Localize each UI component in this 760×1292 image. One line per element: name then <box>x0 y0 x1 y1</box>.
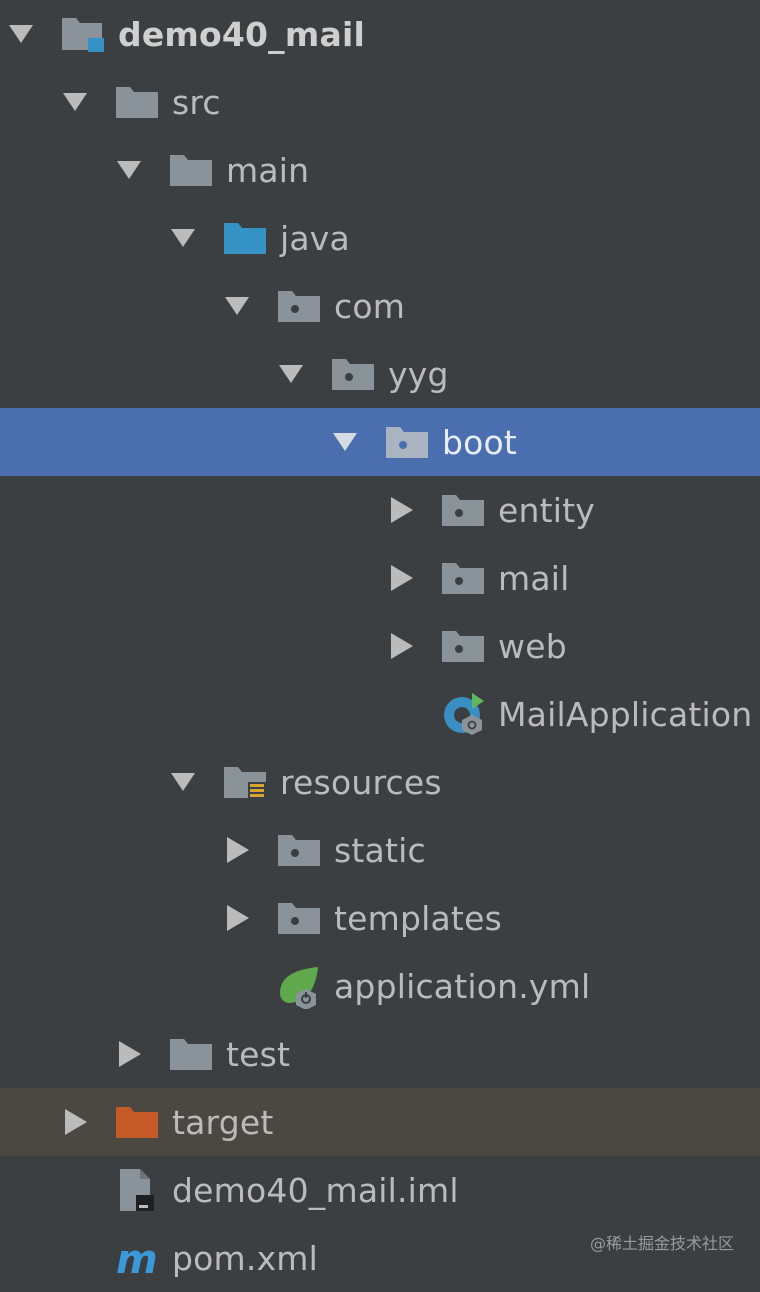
tree-node-yyg[interactable]: yyg <box>0 340 760 408</box>
collapse-arrow-icon[interactable] <box>222 903 252 933</box>
module-folder-icon <box>60 14 106 54</box>
watermark: @稀土掘金技术社区 <box>589 1234 734 1253</box>
spring-boot-class-icon <box>440 693 486 735</box>
tree-node-label: test <box>226 1034 291 1074</box>
tree-node-test[interactable]: test <box>0 1020 760 1088</box>
package-icon <box>440 490 486 530</box>
tree-node-label: MailApplication <box>498 694 753 734</box>
package-icon <box>276 898 322 938</box>
tree-node-label: target <box>172 1102 274 1142</box>
tree-node-label: demo40_mail <box>118 14 365 54</box>
tree-node-label: main <box>226 150 310 190</box>
expand-arrow-icon[interactable] <box>6 19 36 49</box>
tree-node-entity[interactable]: entity <box>0 476 760 544</box>
tree-node-boot[interactable]: boot <box>0 408 760 476</box>
tree-node-label: web <box>498 626 567 666</box>
tree-node-application-yml[interactable]: application.yml <box>0 952 760 1020</box>
package-icon <box>384 422 430 462</box>
resources-root-folder-icon <box>222 762 268 802</box>
package-icon <box>276 830 322 870</box>
package-icon <box>276 286 322 326</box>
tree-node-label: yyg <box>388 354 449 394</box>
tree-node-main[interactable]: main <box>0 136 760 204</box>
tree-node-label: java <box>280 218 350 258</box>
tree-node-web[interactable]: web <box>0 612 760 680</box>
expand-arrow-icon[interactable] <box>222 291 252 321</box>
tree-node-label: resources <box>280 762 442 802</box>
iml-file-icon <box>114 1169 160 1211</box>
tree-node-label: com <box>334 286 406 326</box>
expand-arrow-icon[interactable] <box>330 427 360 457</box>
folder-icon <box>168 1034 214 1074</box>
collapse-arrow-icon[interactable] <box>222 835 252 865</box>
collapse-arrow-icon[interactable] <box>386 631 416 661</box>
collapse-arrow-icon[interactable] <box>60 1107 90 1137</box>
tree-node-src[interactable]: src <box>0 68 760 136</box>
svg-text:m: m <box>116 1237 158 1281</box>
package-icon <box>440 558 486 598</box>
collapse-arrow-icon[interactable] <box>386 495 416 525</box>
tree-node-label: entity <box>498 490 595 530</box>
tree-node-label: pom.xml <box>172 1238 319 1278</box>
tree-node-label: src <box>172 82 221 122</box>
spring-config-icon <box>276 966 322 1009</box>
tree-node-iml-file[interactable]: demo40_mail.iml <box>0 1156 760 1224</box>
tree-node-label: static <box>334 830 426 870</box>
package-icon <box>330 354 376 394</box>
tree-node-demo40-mail[interactable]: demo40_mail <box>0 0 760 68</box>
tree-node-com[interactable]: com <box>0 272 760 340</box>
project-tree: demo40_mail src main java com yyg boot e… <box>0 0 760 1292</box>
tree-node-java[interactable]: java <box>0 204 760 272</box>
tree-node-label: templates <box>334 898 502 938</box>
source-root-folder-icon <box>222 218 268 258</box>
expand-arrow-icon[interactable] <box>168 223 198 253</box>
folder-icon <box>168 150 214 190</box>
tree-node-templates[interactable]: templates <box>0 884 760 952</box>
tree-node-label: boot <box>442 422 518 462</box>
expand-arrow-icon[interactable] <box>114 155 144 185</box>
tree-node-label: demo40_mail.iml <box>172 1170 459 1210</box>
tree-node-mail[interactable]: mail <box>0 544 760 612</box>
package-icon <box>440 626 486 666</box>
tree-node-target[interactable]: target <box>0 1088 760 1156</box>
tree-node-label: mail <box>498 558 570 598</box>
expand-arrow-icon[interactable] <box>60 87 90 117</box>
collapse-arrow-icon[interactable] <box>386 563 416 593</box>
tree-node-static[interactable]: static <box>0 816 760 884</box>
expand-arrow-icon[interactable] <box>276 359 306 389</box>
tree-node-mail-application[interactable]: MailApplication <box>0 680 760 748</box>
maven-file-icon: m <box>114 1237 160 1281</box>
expand-arrow-icon[interactable] <box>168 767 198 797</box>
tree-node-resources[interactable]: resources <box>0 748 760 816</box>
folder-icon <box>114 82 160 122</box>
tree-node-label: application.yml <box>334 966 591 1006</box>
excluded-folder-icon <box>114 1102 160 1142</box>
collapse-arrow-icon[interactable] <box>114 1039 144 1069</box>
